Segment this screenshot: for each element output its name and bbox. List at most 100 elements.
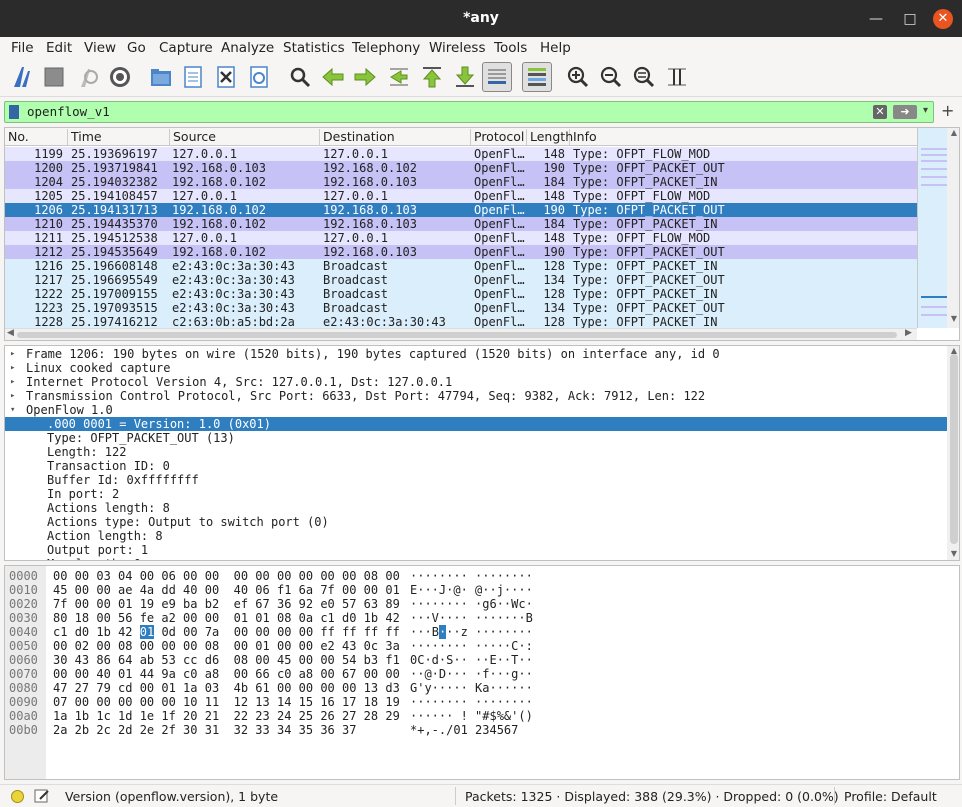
detail-row[interactable]: ▸ Linux cooked capture	[5, 361, 947, 375]
packet-row[interactable]: 1222 25.197009155 e2:43:0c:3a:30:43 Broadca…	[5, 287, 917, 301]
hex-byte[interactable]: d0	[75, 625, 89, 639]
packet-row[interactable]: 1211 25.194512538 127.0.0.1 127.0.0.1 OpenFl…	[5, 231, 917, 245]
packet-row[interactable]: 1206 25.194131713 192.168.0.102 192.168.0.1…	[5, 203, 917, 217]
hex-row[interactable]: 00a0 1a 1b 1c 1d 1e 1f 20 21 22 23 24 25 …	[5, 709, 945, 723]
go-forward-icon[interactable]	[352, 64, 378, 90]
column-header-info[interactable]: Info	[570, 129, 917, 145]
go-back-icon[interactable]	[320, 64, 346, 90]
details-vertical-scrollbar[interactable]: ▲ ▼	[947, 346, 959, 560]
detail-row[interactable]: Max length: 0	[5, 557, 947, 560]
detail-row[interactable]: Action length: 8	[5, 529, 947, 543]
expand-arrow-icon[interactable]: ▸	[10, 375, 15, 389]
zoom-out-icon[interactable]	[598, 64, 624, 90]
detail-row[interactable]: Type: OFPT_PACKET_OUT (13)	[5, 431, 947, 445]
hex-byte[interactable]: 42	[118, 625, 132, 639]
detail-row[interactable]: ▸ Frame 1206: 190 bytes on wire (1520 bit…	[5, 347, 947, 361]
hex-row[interactable]: 0060 30 43 86 64 ab 53 cc d6 08 00 45 00 …	[5, 653, 945, 667]
menu-file[interactable]: File	[11, 40, 34, 56]
packet-row[interactable]: 1199 25.193696197 127.0.0.1 127.0.0.1 OpenFl…	[5, 147, 917, 161]
hex-row[interactable]: 0090 07 00 00 00 00 00 10 11 12 13 14 15 …	[5, 695, 945, 709]
maximize-button[interactable]: □	[900, 9, 920, 29]
go-first-icon[interactable]	[419, 64, 445, 90]
hex-row[interactable]: 0080 47 27 79 cd 00 01 1a 03 4b 61 00 00 …	[5, 681, 945, 695]
detail-row[interactable]: Buffer Id: 0xffffffff	[5, 473, 947, 487]
hex-byte[interactable]: c1	[53, 625, 67, 639]
collapse-arrow-icon[interactable]: ▾	[10, 403, 15, 417]
display-filter-input[interactable]: openflow_v1 ✕ ➜ ▾	[4, 101, 934, 123]
restart-capture-icon[interactable]	[75, 64, 101, 90]
autoscroll-icon[interactable]	[482, 62, 512, 92]
close-button[interactable]: ✕	[933, 9, 953, 29]
hex-byte[interactable]: 0d	[161, 625, 175, 639]
packet-row[interactable]: 1204 25.194032382 192.168.0.102 192.168.0.1…	[5, 175, 917, 189]
detail-row[interactable]: Actions length: 8	[5, 501, 947, 515]
detail-row-selected[interactable]: .000 0001 = Version: 1.0 (0x01)	[5, 417, 947, 431]
packet-row[interactable]: 1210 25.194435370 192.168.0.102 192.168.0.1…	[5, 217, 917, 231]
close-file-icon[interactable]	[213, 64, 239, 90]
detail-row[interactable]: Transaction ID: 0	[5, 459, 947, 473]
scroll-right-icon[interactable]: ▶	[905, 328, 912, 338]
hex-byte[interactable]: 7a	[205, 625, 219, 639]
scrollbar-thumb[interactable]	[950, 354, 958, 544]
menu-wireless[interactable]: Wireless	[429, 40, 486, 56]
hex-row[interactable]: 0000 00 00 03 04 00 06 00 00 00 00 00 00 …	[5, 569, 945, 583]
menu-tools[interactable]: Tools	[494, 40, 527, 56]
detail-row[interactable]: ▸ Transmission Control Protocol, Src Port…	[5, 389, 947, 403]
detail-row[interactable]: In port: 2	[5, 487, 947, 501]
stop-capture-icon[interactable]	[41, 64, 67, 90]
column-header-length[interactable]: Length	[527, 129, 573, 145]
capture-options-icon[interactable]	[107, 64, 133, 90]
expert-info-icon[interactable]	[11, 790, 24, 803]
zoom-normal-icon[interactable]	[631, 64, 657, 90]
detail-row[interactable]: Length: 122	[5, 445, 947, 459]
reload-file-icon[interactable]	[246, 64, 272, 90]
column-header-time[interactable]: Time	[68, 129, 170, 145]
packet-row[interactable]: 1205 25.194108457 127.0.0.1 127.0.0.1 OpenFl…	[5, 189, 917, 203]
bookmark-icon[interactable]	[9, 105, 19, 119]
column-header-source[interactable]: Source	[170, 129, 320, 145]
packet-row[interactable]: 1217 25.196695549 e2:43:0c:3a:30:43 Broadca…	[5, 273, 917, 287]
scrollbar-thumb[interactable]	[17, 332, 897, 338]
menu-analyze[interactable]: Analyze	[221, 40, 274, 56]
expand-arrow-icon[interactable]: ▸	[10, 347, 15, 361]
packet-row[interactable]: 1212 25.194535649 192.168.0.102 192.168.0.1…	[5, 245, 917, 259]
scroll-up-icon[interactable]: ▲	[947, 128, 959, 137]
packet-row[interactable]: 1200 25.193719841 192.168.0.103 192.168.0.1…	[5, 161, 917, 175]
hex-row[interactable]: 0050 00 02 00 08 00 00 00 08 00 01 00 00 …	[5, 639, 945, 653]
scroll-down-icon[interactable]: ▼	[947, 549, 959, 558]
minimize-button[interactable]: —	[866, 9, 886, 29]
selected-byte[interactable]: 01	[139, 625, 155, 639]
column-header-destination[interactable]: Destination	[320, 129, 471, 145]
packet-list-vertical-scrollbar[interactable]: ▲ ▼	[947, 128, 959, 328]
profile-selector[interactable]: Profile: Default	[844, 789, 937, 804]
detail-row[interactable]: ▾ OpenFlow 1.0	[5, 403, 947, 417]
column-header-no[interactable]: No.	[5, 129, 68, 145]
hex-byte[interactable]: 1b	[96, 625, 110, 639]
go-to-packet-icon[interactable]	[386, 64, 412, 90]
save-file-icon[interactable]	[180, 64, 206, 90]
packet-row[interactable]: 1216 25.196608148 e2:43:0c:3a:30:43 Broadca…	[5, 259, 917, 273]
menu-edit[interactable]: Edit	[46, 40, 72, 56]
filter-history-dropdown-icon[interactable]: ▾	[923, 105, 928, 116]
add-filter-button-icon[interactable]: +	[941, 101, 954, 120]
hex-row[interactable]: 0040 c1 d0 1b 42 01 0d 00 7a 00 00 00 00 …	[5, 625, 945, 639]
packet-row[interactable]: 1228 25.197416212 c2:63:0b:a5:bd:2a e2:43:0…	[5, 315, 917, 329]
menu-statistics[interactable]: Statistics	[283, 40, 345, 56]
apply-filter-icon[interactable]: ➜	[893, 105, 917, 119]
packet-minimap[interactable]	[917, 128, 947, 328]
go-last-icon[interactable]	[452, 64, 478, 90]
hex-row[interactable]: 0010 45 00 00 ae 4a dd 40 00 40 06 f1 6a …	[5, 583, 945, 597]
open-file-icon[interactable]	[148, 64, 174, 90]
hex-row[interactable]: 0070 00 00 40 01 44 9a c0 a8 00 66 c0 a8 …	[5, 667, 945, 681]
packet-list-horizontal-scrollbar[interactable]: ◀ ▶	[5, 328, 917, 340]
colorize-icon[interactable]	[522, 62, 552, 92]
column-header-protocol[interactable]: Protocol	[471, 129, 527, 145]
hex-row[interactable]: 0030 80 18 00 56 fe a2 00 00 01 01 08 0a …	[5, 611, 945, 625]
packet-row[interactable]: 1223 25.197093515 e2:43:0c:3a:30:43 Broadca…	[5, 301, 917, 315]
expand-arrow-icon[interactable]: ▸	[10, 361, 15, 375]
hex-row[interactable]: 0020 7f 00 00 01 19 e9 ba b2 ef 67 36 92 …	[5, 597, 945, 611]
capture-comment-icon[interactable]	[34, 788, 50, 804]
menu-view[interactable]: View	[84, 40, 116, 56]
find-packet-icon[interactable]	[287, 64, 313, 90]
detail-row[interactable]: Actions type: Output to switch port (0)	[5, 515, 947, 529]
